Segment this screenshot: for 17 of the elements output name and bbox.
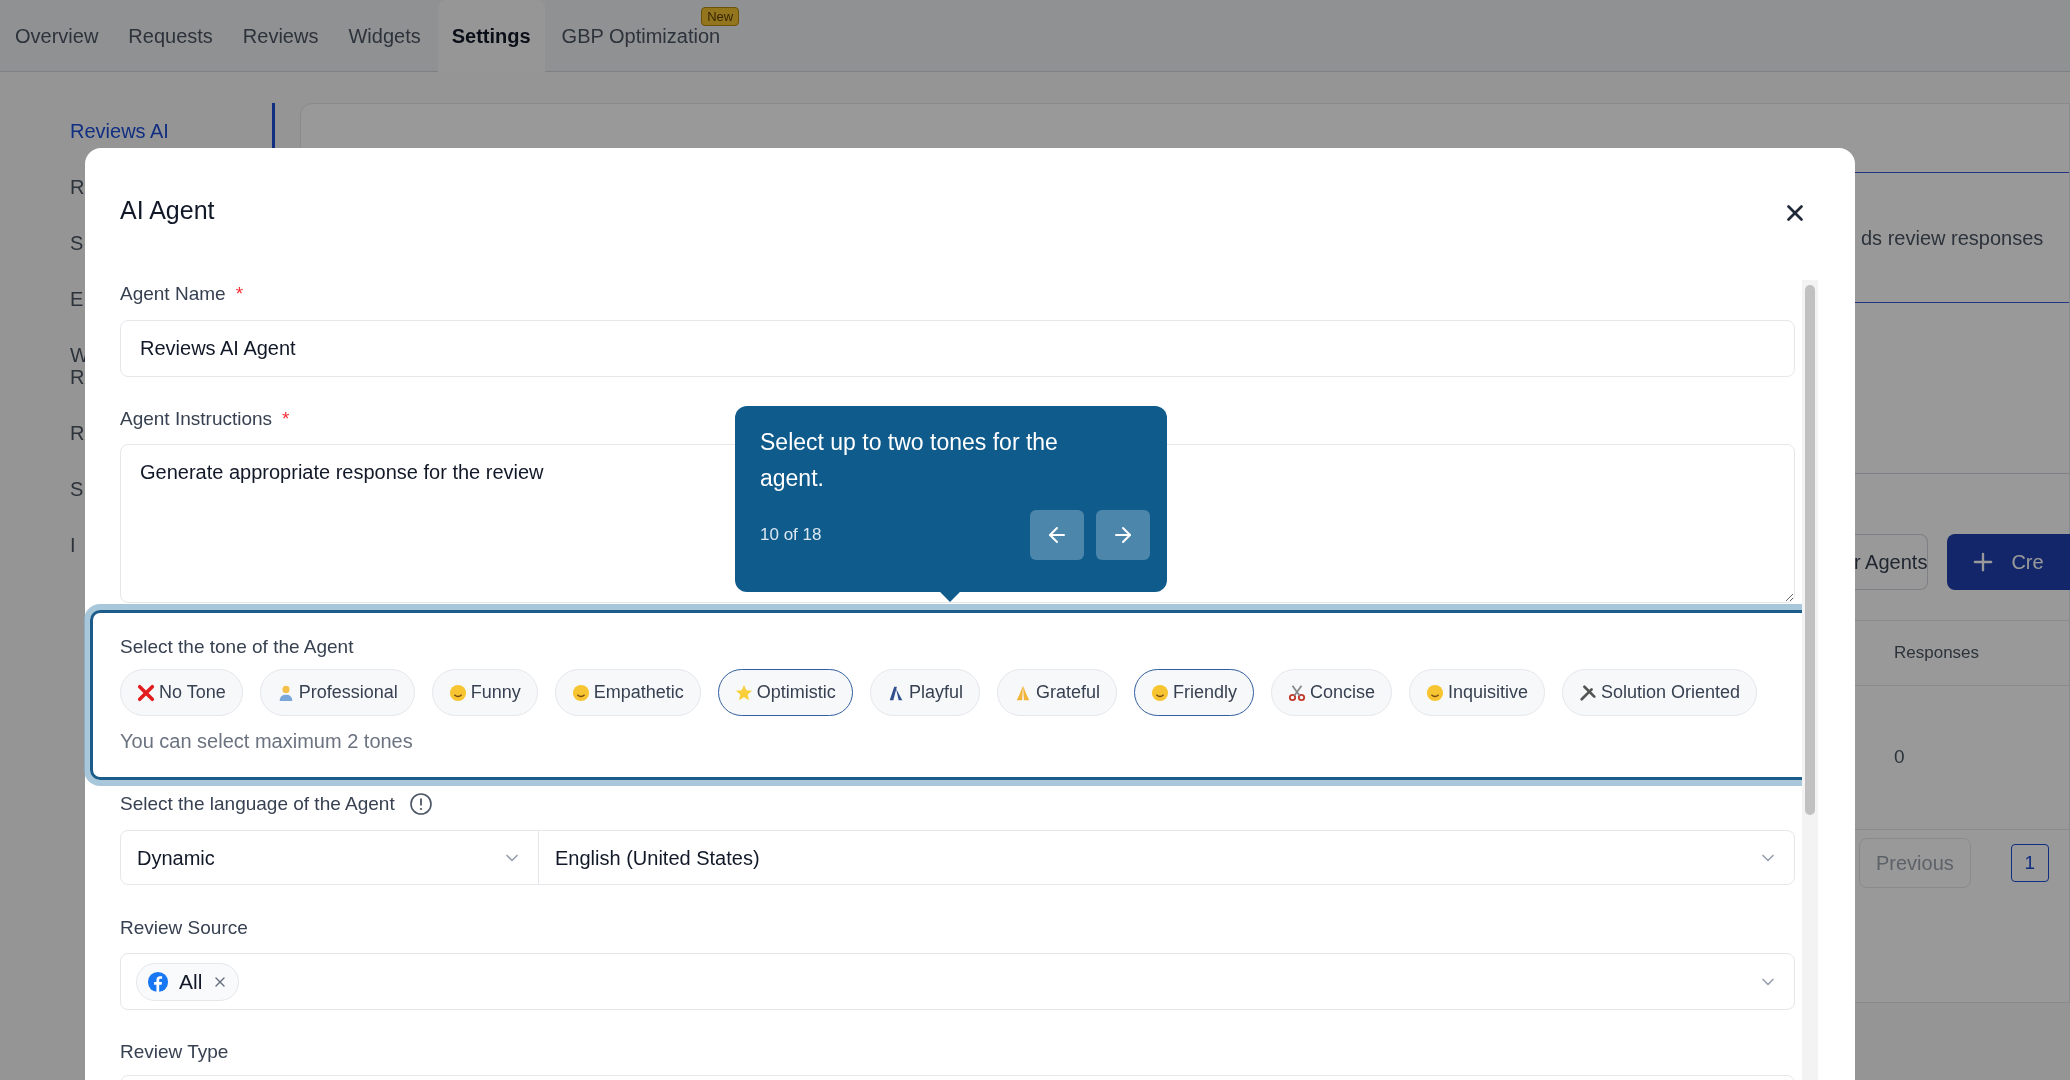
field-label: Select the tone of the Agent — [120, 635, 355, 659]
field-label: Review Source — [120, 915, 249, 940]
new-badge: New — [701, 7, 740, 26]
field-label: Review Type — [120, 1039, 230, 1064]
required-mark: * — [282, 406, 290, 431]
field-label: Agent Instructions — [120, 406, 273, 431]
modal-title: AI Agent — [120, 195, 215, 226]
table-cell-text: 0 — [1894, 745, 1905, 770]
page-description: ds review responses — [1861, 225, 2044, 251]
field-label: Select the language of the Agent — [120, 791, 395, 816]
tone-hint: You can select maximum 2 tones — [120, 729, 414, 754]
field-label: Agent Name — [120, 281, 226, 306]
column-header: Responses — [1894, 642, 1980, 665]
required-mark: * — [235, 281, 244, 306]
tooltip-text: Select up to two tones for the agent. — [760, 428, 1059, 493]
step-counter: 10 of 18 — [760, 524, 822, 547]
chip-label: All — [179, 968, 203, 995]
